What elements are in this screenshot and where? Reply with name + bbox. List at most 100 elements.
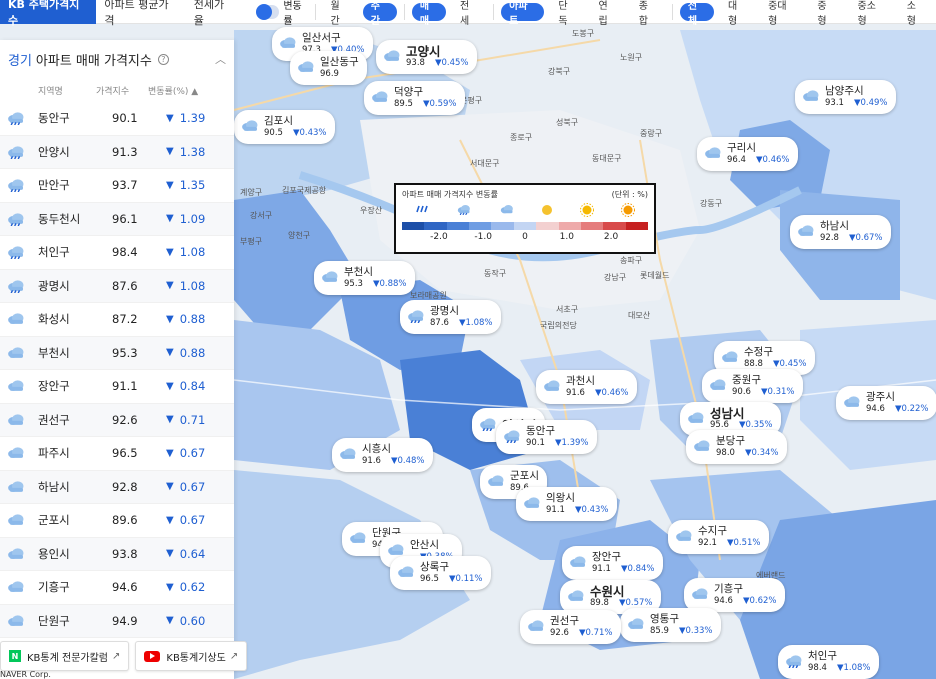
- map-region-label[interactable]: 중원구 90.6 ▼0.31%: [702, 369, 803, 403]
- label-change: 1.39: [561, 438, 581, 448]
- tab-kb-housing-index[interactable]: KB 주택가격지수: [0, 0, 97, 27]
- toggle-label: 변동률: [283, 0, 302, 27]
- map-region-label[interactable]: 일산동구 96.9: [290, 51, 367, 85]
- help-icon[interactable]: ?: [157, 53, 169, 65]
- col-price-index: 가격지수: [96, 86, 130, 97]
- map-region-label[interactable]: 구리시 96.4 ▼0.46%: [697, 137, 798, 171]
- label-change: 0.34: [751, 448, 771, 458]
- tab-jeonse-ratio[interactable]: 전세가율: [186, 0, 242, 27]
- column-headers: 지역명 가격지수 변동률(%) ▲: [0, 78, 234, 102]
- map-region-label[interactable]: 수지구 92.1 ▼0.51%: [668, 520, 769, 554]
- list-item[interactable]: 화성시 87.2 ▼ 0.88: [0, 303, 234, 337]
- legend-swatch: [491, 222, 514, 230]
- map-region-label[interactable]: 동안구 90.1 ▼1.39%: [496, 420, 597, 454]
- cloud-icon: [382, 49, 402, 66]
- price-index: 96.1: [112, 211, 138, 226]
- legend-swatch: [513, 222, 537, 230]
- size-all-button[interactable]: 전체: [679, 1, 714, 27]
- list-item[interactable]: 처인구 98.4 ▼ 1.08: [0, 236, 234, 270]
- size-small-button[interactable]: 소형: [899, 1, 933, 27]
- type-detached-button[interactable]: 단독: [550, 1, 584, 27]
- type-row-house-button[interactable]: 연립: [591, 1, 625, 27]
- rain-cloud-icon: [0, 145, 32, 159]
- label-price: 93.8: [406, 58, 425, 68]
- list-item[interactable]: 단원구 94.9 ▼ 0.60: [0, 604, 234, 638]
- list-item[interactable]: 동안구 90.1 ▼ 1.39: [0, 102, 234, 136]
- legend-tick-label: -2.0: [430, 232, 448, 242]
- map-region-label[interactable]: 과천시 91.6 ▼0.46%: [536, 370, 637, 404]
- region-selector[interactable]: 경기: [8, 50, 32, 69]
- price-index: 98.4: [112, 245, 138, 260]
- map-region-label[interactable]: 부천시 95.3 ▼0.88%: [314, 261, 415, 295]
- map-region-label[interactable]: 기흥구 94.6 ▼0.62%: [684, 578, 785, 612]
- list-item[interactable]: 하남시 92.8 ▼ 0.67: [0, 470, 234, 504]
- region-name: 하남시: [38, 479, 70, 494]
- map-region-label[interactable]: 광명시 87.6 ▼1.08%: [400, 300, 501, 334]
- map-poi-label: 강북구: [548, 67, 571, 76]
- period-monthly-button[interactable]: 월간: [323, 1, 357, 27]
- deal-sale-button[interactable]: 매매: [411, 1, 446, 27]
- percent-sign: %: [920, 404, 929, 414]
- map-region-label[interactable]: 남양주시 93.1 ▼0.49%: [795, 80, 896, 114]
- deal-jeonse-button[interactable]: 전세: [452, 1, 486, 27]
- period-weekly-button[interactable]: 주간: [362, 1, 397, 27]
- label-region-name: 시흥시: [362, 443, 391, 455]
- change-rate-toggle[interactable]: [255, 3, 280, 20]
- map-region-label[interactable]: 영통구 85.9 ▼0.33%: [620, 608, 721, 642]
- collapse-icon[interactable]: ︿: [215, 51, 226, 67]
- list-item[interactable]: 군포시 89.6 ▼ 0.67: [0, 504, 234, 538]
- list-item[interactable]: 부천시 95.3 ▼ 0.88: [0, 336, 234, 370]
- label-price: 95.3: [344, 279, 363, 289]
- legend-weather-icons: [402, 202, 648, 218]
- size-mid-small-button[interactable]: 중소형: [850, 1, 893, 27]
- map-region-label[interactable]: 처인구 98.4 ▼1.08%: [778, 645, 879, 679]
- list-item[interactable]: 용인시 93.8 ▼ 0.64: [0, 537, 234, 571]
- size-mid-button[interactable]: 중형: [809, 1, 843, 27]
- tab-apartment-avg-price[interactable]: 아파트 평균가격: [96, 0, 185, 27]
- price-index: 91.3: [112, 144, 138, 159]
- down-triangle-icon: ▼: [166, 347, 174, 359]
- percent-sign: %: [460, 58, 469, 68]
- map-region-label[interactable]: 김포시 90.5 ▼0.43%: [234, 110, 335, 144]
- list-item[interactable]: 동두천시 96.1 ▼ 1.09: [0, 202, 234, 236]
- map-region-label[interactable]: 시흥시 91.6 ▼0.48%: [332, 438, 433, 472]
- ranking-list: 동안구 90.1 ▼ 1.39 안양시 91.3 ▼ 1.38 만안구 93.7 ▼ 1.35 동두천시…: [0, 102, 234, 638]
- change-rate: 1.09: [179, 211, 206, 226]
- map-region-label[interactable]: 하남시 92.8 ▼0.67%: [790, 215, 891, 249]
- map-region-label[interactable]: 고양시 93.8 ▼0.45%: [376, 40, 477, 74]
- list-item[interactable]: 파주시 96.5 ▼ 0.67: [0, 437, 234, 471]
- type-composite-button[interactable]: 종합: [631, 1, 665, 27]
- kb-weather-map-link[interactable]: KB통계기상도 ↗: [135, 641, 248, 671]
- size-mid-large-button[interactable]: 중대형: [760, 1, 803, 27]
- cloud-icon: [720, 350, 740, 367]
- list-item[interactable]: 장안구 91.1 ▼ 0.84: [0, 370, 234, 404]
- label-change: 0.35: [745, 420, 765, 430]
- price-index: 95.3: [112, 345, 138, 360]
- expert-column-link[interactable]: N KB통계 전문가칼럼 ↗: [0, 641, 130, 671]
- list-item[interactable]: 안양시 91.3 ▼ 1.38: [0, 135, 234, 169]
- rain-cloud-icon: [0, 212, 32, 226]
- cloud-icon: [320, 270, 340, 287]
- list-item[interactable]: 만안구 93.7 ▼ 1.35: [0, 169, 234, 203]
- map-region-label[interactable]: 분당구 98.0 ▼0.34%: [686, 430, 787, 464]
- map-region-label[interactable]: 상록구 96.5 ▼0.11%: [390, 556, 491, 590]
- map-region-label[interactable]: 덕양구 89.5 ▼0.59%: [364, 81, 465, 115]
- expert-column-label: KB통계 전문가칼럼: [27, 652, 108, 664]
- size-large-button[interactable]: 대형: [720, 1, 754, 27]
- list-item[interactable]: 기흥구 94.6 ▼ 0.62: [0, 571, 234, 605]
- type-apartment-button[interactable]: 아파트: [501, 1, 545, 27]
- list-item[interactable]: 광명시 87.6 ▼ 1.08: [0, 269, 234, 303]
- map-region-label[interactable]: 권선구 92.6 ▼0.71%: [520, 610, 621, 644]
- map-region-label[interactable]: 의왕시 91.1 ▼0.43%: [516, 487, 617, 521]
- map-region-label[interactable]: 광주시 94.6 ▼0.22%: [836, 386, 936, 420]
- list-item[interactable]: 권선구 92.6 ▼ 0.71: [0, 403, 234, 437]
- map-region-label[interactable]: 장안구 91.1 ▼0.84%: [562, 546, 663, 580]
- percent-sign: %: [646, 564, 655, 574]
- toggle-knob: [255, 3, 272, 20]
- legend-tick-label: 1.0: [559, 232, 574, 242]
- label-change: 0.43: [581, 505, 601, 515]
- cloud-icon: [0, 346, 32, 360]
- col-change-rate-sort[interactable]: 변동률(%) ▲: [148, 84, 218, 97]
- cloud-icon: [708, 378, 728, 395]
- percent-sign: %: [600, 505, 609, 515]
